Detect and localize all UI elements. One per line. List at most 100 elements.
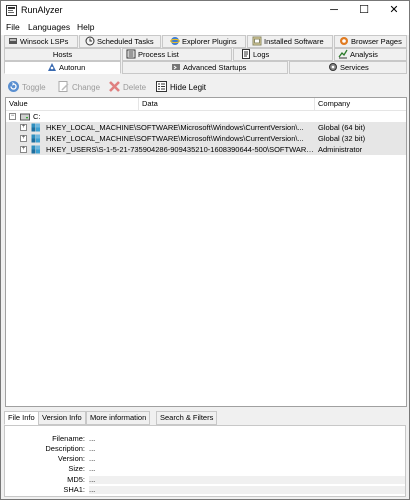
info-row-md5: MD5: ... xyxy=(5,475,405,485)
browser-icon xyxy=(340,37,348,45)
tab-winsock-lsps[interactable]: Winsock LSPs xyxy=(4,35,78,48)
winsock-icon xyxy=(9,38,17,44)
menu-bar: File Languages Help xyxy=(1,20,409,35)
hash-field-bg xyxy=(89,486,405,494)
info-value: ... xyxy=(89,434,96,443)
edit-icon xyxy=(58,81,69,92)
row-company: Global (32 bit) xyxy=(318,134,366,143)
info-row-version: Version: ... xyxy=(5,454,405,464)
info-label: Version: xyxy=(57,454,85,463)
tab-search-filters[interactable]: Search & Filters xyxy=(156,411,218,425)
table-row[interactable]: + HKEY_LOCAL_MACHINE\SOFTWARE\Microsoft\… xyxy=(6,122,406,133)
info-label: SHA1: xyxy=(63,485,85,494)
registry-key-icon xyxy=(31,123,40,132)
advanced-icon xyxy=(172,64,180,70)
tab-autorun[interactable]: Autorun xyxy=(4,61,121,74)
table-row[interactable]: + HKEY_LOCAL_MACHINE\SOFTWARE\Microsoft\… xyxy=(6,133,406,144)
tab-label: Browser Pages xyxy=(351,37,402,46)
app-icon xyxy=(6,5,17,16)
services-icon xyxy=(329,63,337,71)
tab-label: Advanced Startups xyxy=(183,63,247,72)
tree-root-row[interactable]: − C: xyxy=(6,111,406,122)
table-row[interactable]: + HKEY_USERS\S-1-5-21-735904286-90943521… xyxy=(6,144,406,155)
tab-services[interactable]: Services xyxy=(289,61,407,74)
tab-scheduled-tasks[interactable]: Scheduled Tasks xyxy=(79,35,161,48)
drive-icon xyxy=(20,113,30,121)
column-header-data[interactable]: Data xyxy=(139,98,315,111)
tab-label: Process List xyxy=(138,50,179,59)
tree-root-label: C: xyxy=(33,112,41,121)
info-row-sha1: SHA1: ... xyxy=(5,485,405,495)
file-info-pane: Filename: ... Description: ... Version: … xyxy=(4,425,406,497)
window-title: RunAlyzer xyxy=(21,5,63,15)
hide-legit-button[interactable]: Hide Legit xyxy=(155,80,206,94)
tab-analysis[interactable]: Analysis xyxy=(334,48,407,61)
tab-label: Winsock LSPs xyxy=(20,37,69,46)
row-company: Global (64 bit) xyxy=(318,123,366,132)
delete-button[interactable]: Delete xyxy=(108,80,146,94)
explorer-icon xyxy=(170,37,180,45)
autorun-icon xyxy=(48,63,56,71)
info-value: ... xyxy=(89,454,96,463)
logs-icon xyxy=(242,49,250,59)
info-label: Size: xyxy=(68,464,85,473)
menu-help[interactable]: Help xyxy=(77,22,94,32)
tab-label: Scheduled Tasks xyxy=(97,37,154,46)
toggle-icon xyxy=(8,81,19,92)
toggle-button[interactable]: Toggle xyxy=(7,80,46,94)
filter-list-icon xyxy=(156,81,167,92)
expand-toggle-icon[interactable]: + xyxy=(20,146,27,153)
row-value: HKEY_LOCAL_MACHINE\SOFTWARE\Microsoft\Wi… xyxy=(46,134,304,143)
app-window: RunAlyzer ─ ☐ ✕ File Languages Help Wins… xyxy=(0,0,410,500)
row-value: HKEY_USERS\S-1-5-21-735904286-909435210-… xyxy=(46,145,314,154)
tab-logs[interactable]: Logs xyxy=(233,48,333,61)
expand-toggle-icon[interactable]: + xyxy=(20,135,27,142)
tab-version-info[interactable]: Version Info xyxy=(38,411,86,425)
tab-row-1: Winsock LSPs Scheduled Tasks Explorer Pl… xyxy=(2,35,408,48)
info-value[interactable]: ... xyxy=(89,475,95,485)
tab-hosts[interactable]: Hosts xyxy=(4,48,121,61)
title-bar: RunAlyzer ─ ☐ ✕ xyxy=(1,1,409,20)
autorun-grid: Value Data Company − C: + HKEY_LOCAL_MAC… xyxy=(5,97,407,407)
info-value: ... xyxy=(89,444,96,453)
tab-process-list[interactable]: Process List xyxy=(122,48,232,61)
tab-file-info[interactable]: File Info xyxy=(4,411,39,425)
details-panel: File Info Version Info More information … xyxy=(2,411,408,499)
toggle-label: Toggle xyxy=(22,83,46,92)
clock-icon xyxy=(85,36,95,46)
column-header-value[interactable]: Value xyxy=(6,98,139,111)
tab-row-3: Autorun Advanced Startups Services xyxy=(2,61,408,74)
tab-browser-pages[interactable]: Browser Pages xyxy=(334,35,407,48)
close-button[interactable]: ✕ xyxy=(379,1,409,20)
info-value: ... xyxy=(89,464,96,473)
change-button[interactable]: Change xyxy=(57,80,100,94)
info-row-filename: Filename: ... xyxy=(5,434,405,444)
toolbar: Toggle Change Delete Hide Legit xyxy=(2,77,408,96)
maximize-button[interactable]: ☐ xyxy=(349,1,379,20)
tab-installed-software[interactable]: Installed Software xyxy=(247,35,333,48)
tab-row-2: Hosts Process List Logs Analysis xyxy=(2,48,408,61)
software-icon xyxy=(252,36,262,46)
tab-advanced-startups[interactable]: Advanced Startups xyxy=(122,61,288,74)
info-label: Description: xyxy=(45,444,85,453)
row-company: Administrator xyxy=(318,145,363,154)
minimize-button[interactable]: ─ xyxy=(319,1,349,20)
menu-languages[interactable]: Languages xyxy=(28,22,70,32)
column-header-company[interactable]: Company xyxy=(315,98,406,111)
tab-explorer-plugins[interactable]: Explorer Plugins xyxy=(162,35,246,48)
delete-icon xyxy=(109,81,120,92)
tab-label: Services xyxy=(340,63,369,72)
info-value[interactable]: ... xyxy=(89,485,95,495)
menu-file[interactable]: File xyxy=(6,22,20,32)
collapse-toggle-icon[interactable]: − xyxy=(9,113,16,120)
tab-label: Analysis xyxy=(350,50,378,59)
tab-label: Logs xyxy=(253,50,270,59)
process-icon xyxy=(126,49,136,59)
tab-label: Installed Software xyxy=(264,37,324,46)
info-label: MD5: xyxy=(67,475,85,484)
tab-more-information[interactable]: More information xyxy=(86,411,151,425)
change-label: Change xyxy=(72,83,101,92)
expand-toggle-icon[interactable]: + xyxy=(20,124,27,131)
row-value: HKEY_LOCAL_MACHINE\SOFTWARE\Microsoft\Wi… xyxy=(46,123,304,132)
grid-header: Value Data Company xyxy=(6,98,406,111)
